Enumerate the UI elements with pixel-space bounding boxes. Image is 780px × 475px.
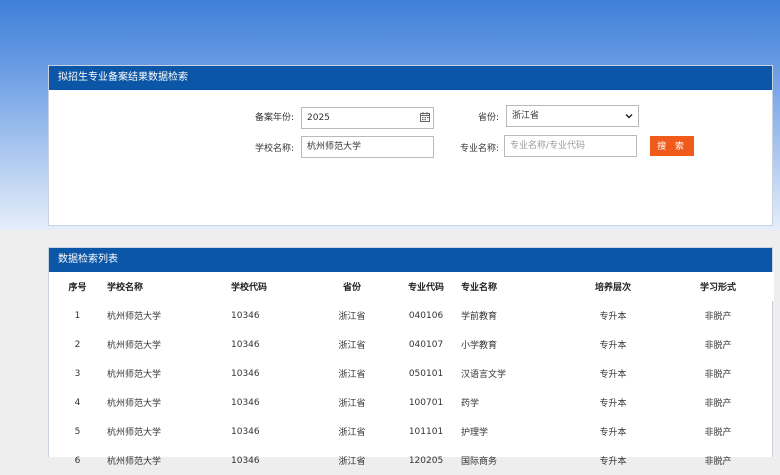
cell-study-form: 非脱产 (704, 428, 732, 438)
cell-level: 专升本 (599, 341, 627, 351)
cell-level: 专升本 (599, 370, 627, 380)
cell-province: 浙江省 (338, 312, 366, 322)
cell-level: 专升本 (599, 312, 627, 322)
col-header: 学校代码 (230, 272, 312, 301)
cell-study-form: 非脱产 (704, 341, 732, 351)
cell-study-form: 非脱产 (704, 457, 732, 467)
cell-school-code: 10346 (231, 455, 260, 466)
cell-province: 浙江省 (338, 428, 366, 438)
cell-school-code: 10346 (231, 310, 260, 321)
table-row: 5 杭州师范大学 10346 浙江省 101101 护理学 专升本 非脱产 (49, 417, 774, 446)
cell-province: 浙江省 (338, 399, 366, 409)
search-panel-title: 拟招生专业备案结果数据检索 (49, 66, 772, 90)
cell-school-name: 杭州师范大学 (107, 399, 162, 409)
table-row: 3 杭州师范大学 10346 浙江省 050101 汉语言文学 专升本 非脱产 (49, 359, 774, 388)
province-value: 浙江省 (512, 111, 540, 121)
cell-school-name: 杭州师范大学 (107, 312, 162, 322)
cell-major-code: 100701 (408, 397, 444, 408)
cell-school-code: 10346 (231, 426, 260, 437)
col-header: 省份 (312, 272, 392, 301)
cell-school-code: 10346 (231, 397, 260, 408)
cell-study-form: 非脱产 (704, 399, 732, 409)
cell-major-code: 050101 (408, 368, 444, 379)
cell-major-name: 国际商务 (461, 457, 498, 467)
cell-level: 专升本 (599, 428, 627, 438)
cell-index: 1 (74, 310, 81, 321)
table-row: 6 杭州师范大学 10346 浙江省 120205 国际商务 专升本 非脱产 (49, 446, 774, 475)
cell-major-name: 小学教育 (461, 341, 498, 351)
cell-school-code: 10346 (231, 368, 260, 379)
school-name-input[interactable]: 杭州师范大学 (301, 136, 434, 158)
calendar-icon[interactable] (420, 112, 430, 122)
col-header: 培养层次 (564, 272, 662, 301)
province-label: 省份: (477, 113, 499, 123)
cell-study-form: 非脱产 (704, 312, 732, 322)
year-value: 2025 (307, 113, 330, 123)
year-field[interactable]: 2025 (301, 107, 434, 129)
major-label: 专业名称: (459, 144, 499, 154)
cell-major-name: 护理学 (461, 428, 489, 438)
table-row: 2 杭州师范大学 10346 浙江省 040107 小学教育 专升本 非脱产 (49, 330, 774, 359)
cell-major-code: 120205 (408, 455, 444, 466)
cell-school-name: 杭州师范大学 (107, 341, 162, 351)
table-row: 1 杭州师范大学 10346 浙江省 040106 学前教育 专升本 非脱产 (49, 301, 774, 330)
cell-school-name: 杭州师范大学 (107, 428, 162, 438)
cell-major-name: 汉语言文学 (461, 370, 507, 380)
cell-index: 3 (74, 368, 81, 379)
province-select[interactable]: 浙江省 (506, 105, 639, 127)
cell-index: 5 (74, 426, 81, 437)
cell-school-name: 杭州师范大学 (107, 370, 162, 380)
col-header: 专业名称 (460, 272, 564, 301)
cell-major-code: 101101 (408, 426, 444, 437)
year-label: 备案年份: (254, 113, 294, 123)
cell-province: 浙江省 (338, 341, 366, 351)
cell-level: 专升本 (599, 399, 627, 409)
cell-index: 4 (74, 397, 81, 408)
col-header: 专业代码 (392, 272, 460, 301)
cell-major-code: 040107 (408, 339, 444, 350)
cell-school-name: 杭州师范大学 (107, 457, 162, 467)
cell-study-form: 非脱产 (704, 370, 732, 380)
cell-school-code: 10346 (231, 339, 260, 350)
results-panel: 数据检索列表 序号 学校名称 学校代码 省份 专业代码 专业名称 培养层次 学习… (48, 247, 774, 467)
cell-major-code: 040106 (408, 310, 444, 321)
search-button[interactable]: 搜 索 (650, 136, 694, 156)
cell-major-name: 药学 (461, 399, 480, 409)
results-table: 序号 学校名称 学校代码 省份 专业代码 专业名称 培养层次 学习形式 1 杭州… (49, 272, 774, 475)
results-panel-title: 数据检索列表 (49, 248, 772, 272)
table-row: 4 杭州师范大学 10346 浙江省 100701 药学 专升本 非脱产 (49, 388, 774, 417)
col-header: 学习形式 (662, 272, 774, 301)
cell-province: 浙江省 (338, 457, 366, 467)
major-name-input[interactable]: 专业名称/专业代码 (504, 135, 637, 157)
col-header: 学校名称 (106, 272, 230, 301)
cell-level: 专升本 (599, 457, 627, 467)
cell-province: 浙江省 (338, 370, 366, 380)
table-header-row: 序号 学校名称 学校代码 省份 专业代码 专业名称 培养层次 学习形式 (49, 272, 774, 301)
chevron-down-icon (625, 114, 633, 119)
cell-index: 6 (74, 455, 81, 466)
col-header: 序号 (49, 272, 106, 301)
school-label: 学校名称: (254, 144, 294, 154)
cell-index: 2 (74, 339, 81, 350)
cell-major-name: 学前教育 (461, 312, 498, 322)
